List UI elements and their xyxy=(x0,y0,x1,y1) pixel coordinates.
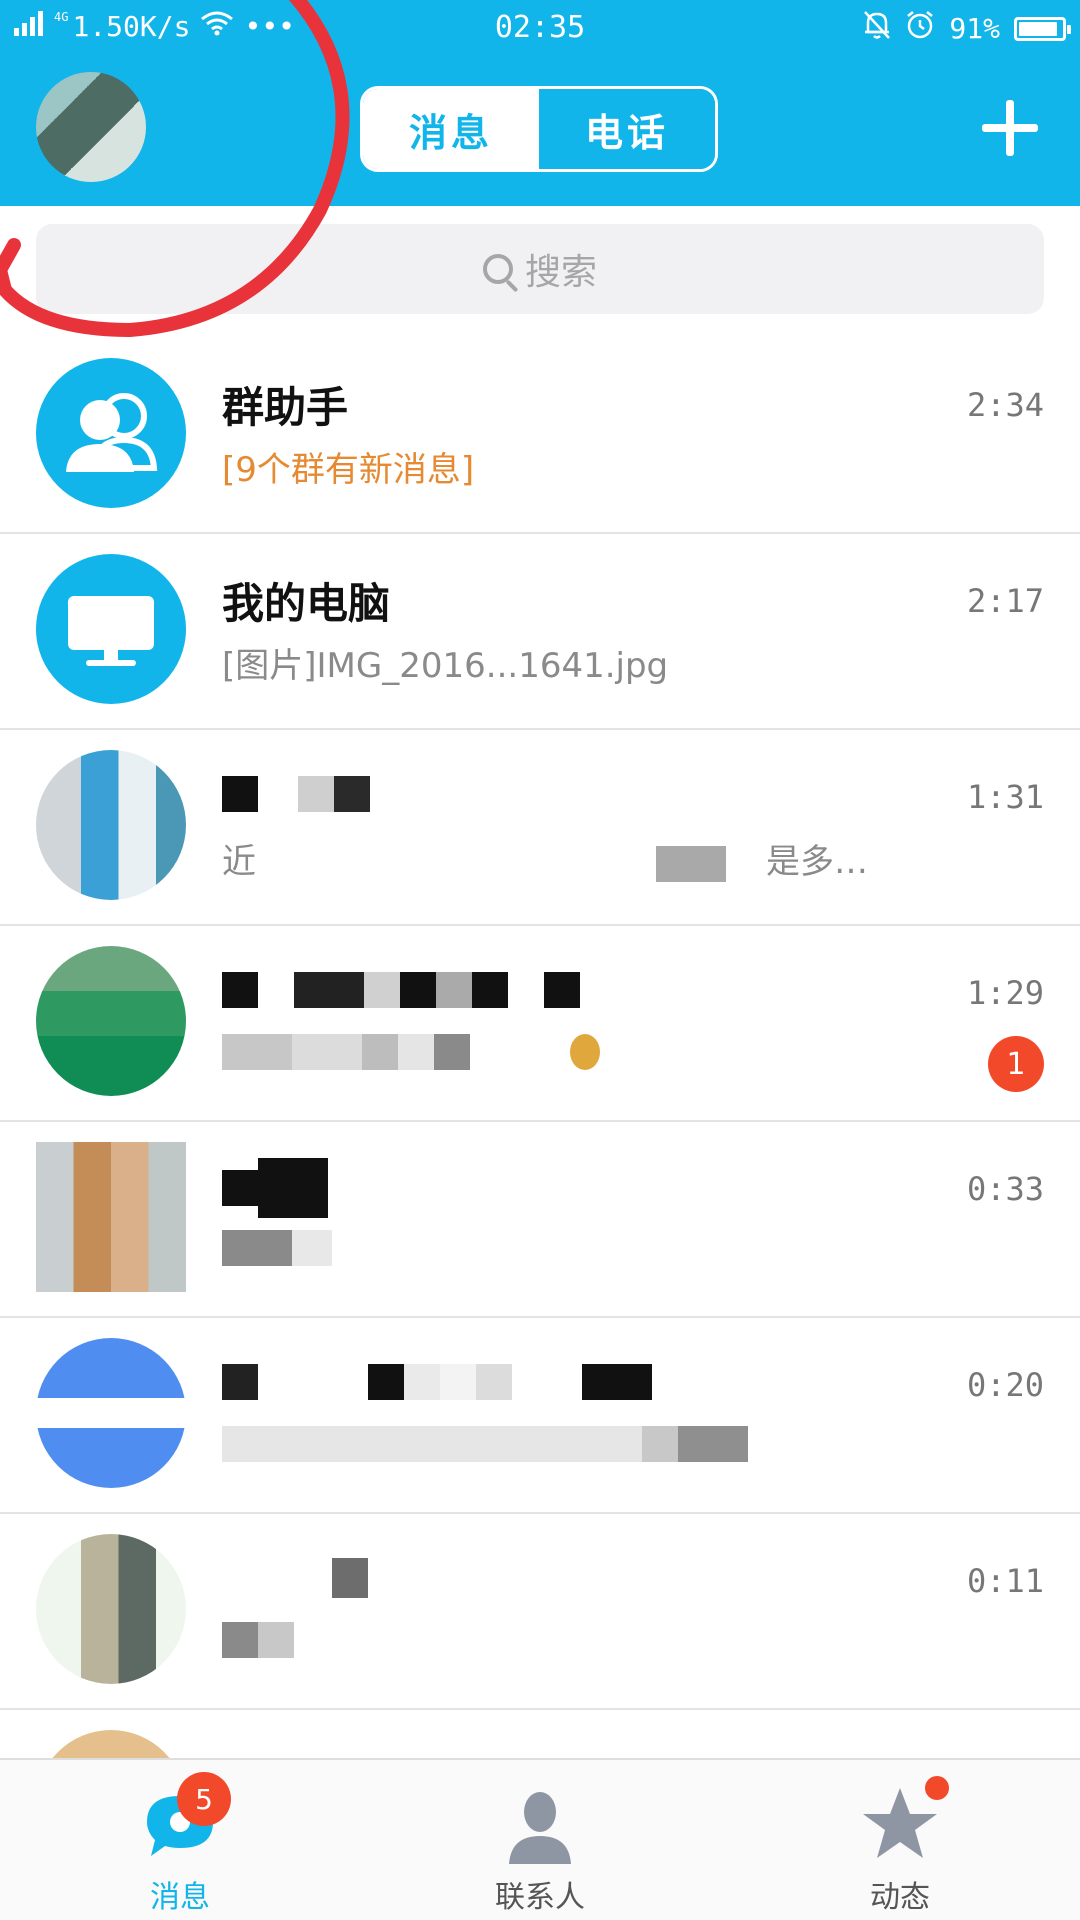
conversation-preview xyxy=(222,1422,748,1462)
profile-avatar[interactable] xyxy=(36,72,146,182)
list-item[interactable]: 0:11 xyxy=(0,1514,1080,1710)
list-item[interactable]: 0:20 xyxy=(0,1318,1080,1514)
tab-messages-bottom[interactable]: 5 消息 xyxy=(0,1760,360,1920)
alarm-icon xyxy=(905,10,935,47)
mute-bell-icon xyxy=(863,10,891,47)
star-icon xyxy=(857,1776,949,1868)
new-activity-dot xyxy=(925,1776,949,1800)
add-plus-icon[interactable] xyxy=(982,100,1038,156)
conversation-time: 0:11 xyxy=(966,1562,1044,1600)
conversation-preview xyxy=(222,1226,332,1266)
list-item[interactable]: 0:33 xyxy=(0,1122,1080,1318)
tab-label: 动态 xyxy=(870,1880,930,1915)
conversation-preview: [图片]IMG_2016...1641.jpg xyxy=(222,646,669,686)
conversation-time: 0:20 xyxy=(966,1366,1044,1404)
redacted-name xyxy=(222,766,370,815)
status-bar: 4G 1.50K/s ••• 02:35 91% xyxy=(0,0,1080,56)
conversation-time: 2:34 xyxy=(966,386,1044,424)
preview-tail: 是多… xyxy=(766,842,868,882)
computer-icon xyxy=(36,554,186,704)
conversation-name: 我的电脑 xyxy=(222,579,391,628)
conversation-preview: [9个群有新消息] xyxy=(222,450,475,490)
search-placeholder: 搜索 xyxy=(524,252,597,293)
redacted-name xyxy=(222,1158,328,1218)
blurred-avatar xyxy=(36,1338,186,1488)
conversation-preview: 近 是多… xyxy=(222,834,868,883)
unread-badge: 1 xyxy=(988,1036,1044,1092)
list-item[interactable]: 近 是多… 1:31 xyxy=(0,730,1080,926)
conversation-time: 0:33 xyxy=(966,1170,1044,1208)
group-assistant-icon xyxy=(36,358,186,508)
status-right: 91% xyxy=(863,10,1071,47)
contact-person-icon xyxy=(497,1782,583,1868)
segment-control: 消息 电话 xyxy=(360,86,718,172)
search-icon xyxy=(482,254,513,284)
tab-calls[interactable]: 电话 xyxy=(539,89,715,169)
tab-label: 联系人 xyxy=(495,1880,585,1915)
blurred-avatar xyxy=(36,1534,186,1684)
conversation-time: 2:17 xyxy=(966,582,1044,620)
redacted-name xyxy=(222,1354,652,1403)
battery-percent: 91% xyxy=(949,12,1000,45)
blurred-avatar xyxy=(36,750,186,900)
tab-contacts[interactable]: 联系人 xyxy=(360,1760,720,1920)
message-count-badge: 5 xyxy=(177,1772,231,1826)
tab-messages[interactable]: 消息 xyxy=(363,89,539,169)
list-item[interactable]: 我的电脑 [图片]IMG_2016...1641.jpg 2:17 xyxy=(0,534,1080,730)
battery-icon xyxy=(1014,16,1071,41)
list-item[interactable]: 1:29 1 xyxy=(0,926,1080,1122)
list-item[interactable]: 群助手 [9个群有新消息] 2:34 xyxy=(0,338,1080,534)
top-header: 消息 电话 xyxy=(0,56,1080,206)
tab-feed[interactable]: 动态 xyxy=(720,1760,1080,1920)
blurred-avatar xyxy=(36,1142,186,1292)
conversation-time: 1:29 xyxy=(966,974,1044,1012)
conversation-list: 群助手 [9个群有新消息] 2:34 我的电脑 [图片]IMG_2016...1… xyxy=(0,338,1080,1906)
conversation-preview xyxy=(222,1618,294,1658)
preview-text: 近 xyxy=(222,842,256,882)
tab-label: 消息 xyxy=(150,1880,210,1915)
bottom-tab-bar: 5 消息 联系人 动态 xyxy=(0,1758,1080,1920)
redacted-name xyxy=(222,1550,368,1599)
conversation-preview xyxy=(222,1030,600,1070)
conversation-name: 群助手 xyxy=(222,383,349,432)
redacted-name xyxy=(222,962,580,1011)
message-bubble-icon: 5 xyxy=(137,1772,231,1868)
blurred-avatar xyxy=(36,946,186,1096)
search-bar[interactable]: 搜索 xyxy=(36,224,1044,314)
conversation-time: 1:31 xyxy=(966,778,1044,816)
